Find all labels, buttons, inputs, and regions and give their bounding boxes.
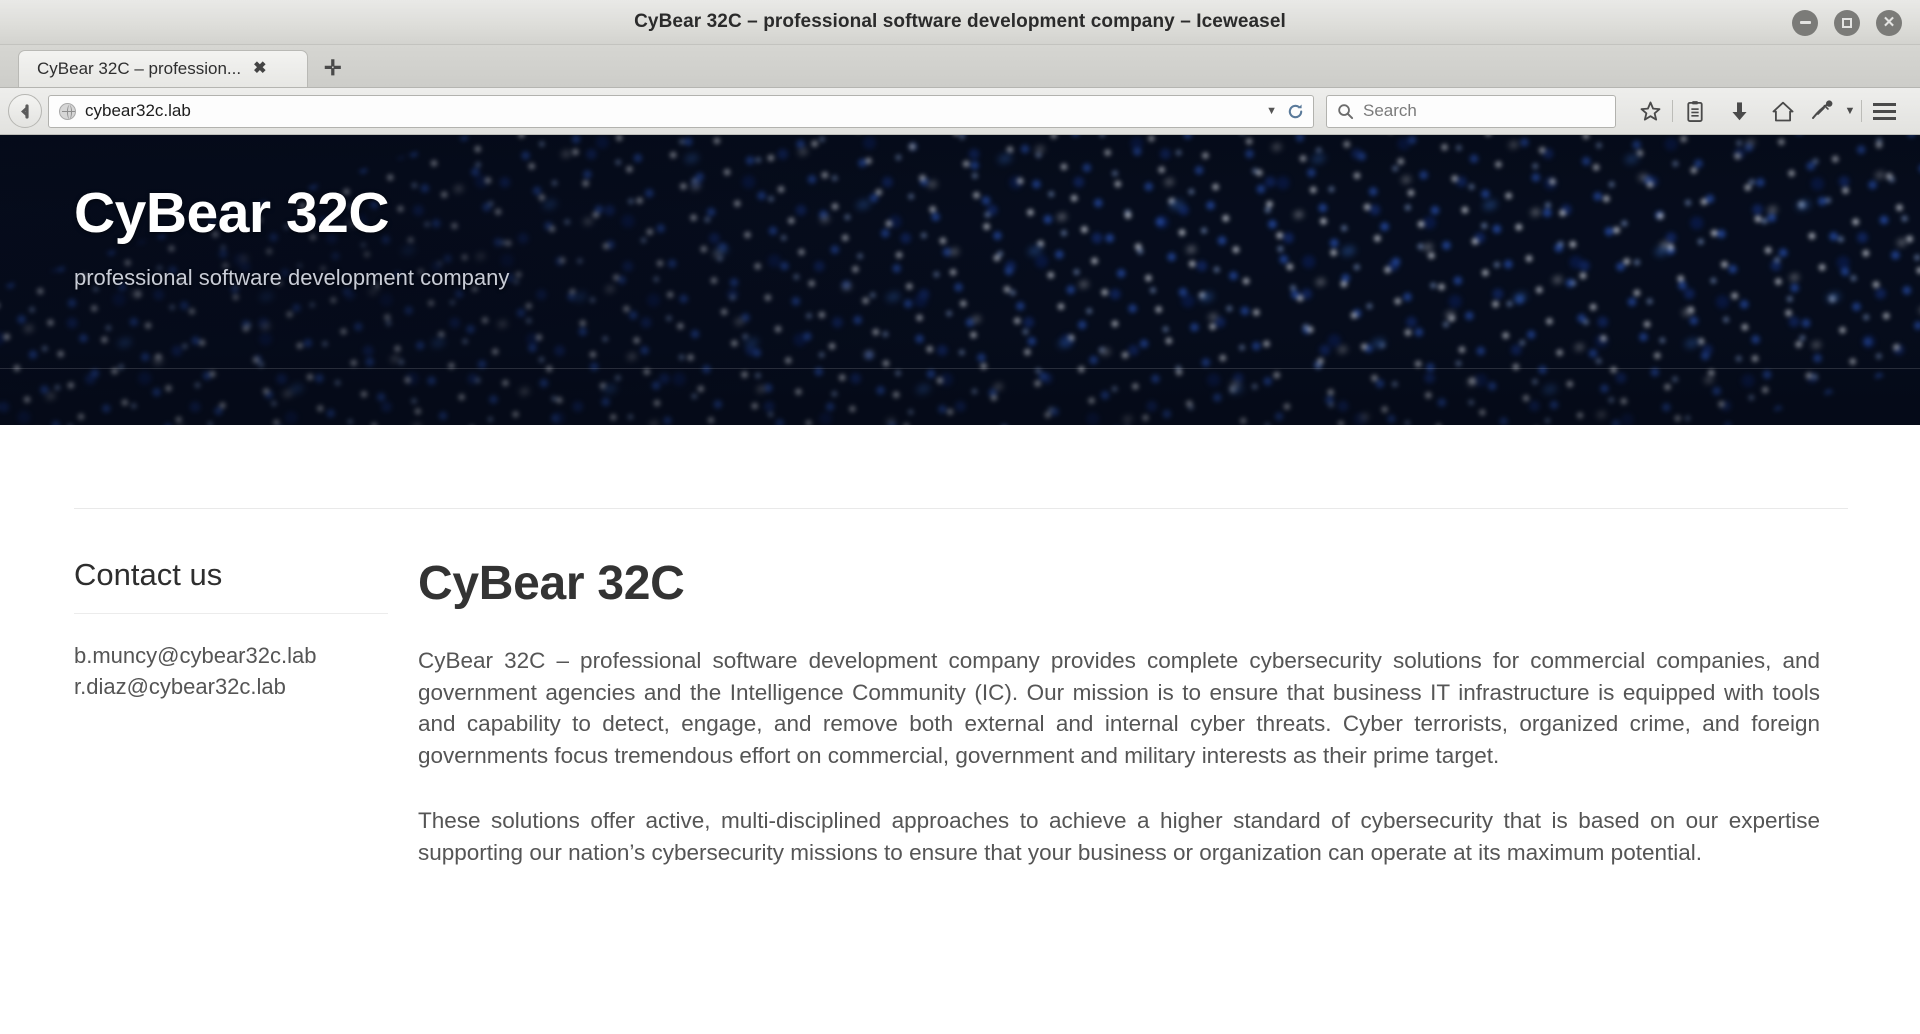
minimize-button[interactable] [1792,9,1818,36]
site-title[interactable]: CyBear 32C [74,185,1920,242]
extension-icon [1812,100,1833,119]
reload-icon [1288,103,1303,118]
url-input[interactable]: cybear32c.lab [85,101,1257,121]
menu-button[interactable] [1862,94,1906,128]
back-button[interactable] [8,94,42,128]
url-bar[interactable]: cybear32c.lab ▼ [48,94,1314,128]
entry-content: CyBear 32C – professional software devel… [418,645,1820,868]
search-bar[interactable]: Search [1326,94,1616,128]
globe-favicon-icon [59,102,76,120]
browser-tab-active[interactable]: CyBear 32C – profession... ✖ [18,50,308,87]
downloads-icon [1731,101,1747,120]
site-tagline: professional software development compan… [74,265,510,290]
page-title: CyBear 32C [418,557,685,610]
contact-email-1[interactable]: b.muncy@cybear32c.lab [74,640,388,671]
close-button[interactable]: ✕ [1876,9,1902,36]
banner-content: CyBear 32C professional software develop… [0,135,1920,291]
window-title: CyBear 32C – professional software devel… [634,11,1286,32]
window-titlebar: CyBear 32C – professional software devel… [0,0,1920,45]
contact-list: b.muncy@cybear32c.lab r.diaz@cybear32c.l… [74,614,388,702]
tab-close-icon[interactable]: ✖ [253,61,266,77]
home-icon [1772,101,1794,121]
bookmark-star-icon [1640,101,1660,121]
new-tab-button[interactable]: ✛ [324,58,342,79]
navigation-toolbar: cybear32c.lab ▼ Search ▼ [0,88,1920,135]
contact-email-2[interactable]: r.diaz@cybear32c.lab [74,671,388,702]
reload-button[interactable] [1286,102,1305,121]
reading-list-icon [1687,100,1703,122]
main-content: CyBear 32C CyBear 32C – professional sof… [418,557,1920,868]
window-controls: ✕ [1792,0,1902,45]
toolbar-icon-group: ▼ [1628,94,1906,128]
sidebar: Contact us b.muncy@cybear32c.lab r.diaz@… [0,557,418,868]
search-icon [1338,103,1354,119]
paragraph-1: CyBear 32C – professional software devel… [418,648,1820,768]
maximize-button[interactable] [1834,9,1860,36]
extension-button[interactable] [1805,94,1839,128]
home-button[interactable] [1761,94,1805,128]
tab-title: CyBear 32C – profession... [37,59,242,78]
sidebar-widget-title: Contact us [74,557,388,614]
maximize-icon [1842,17,1852,28]
banner-divider-line [0,368,1920,369]
close-icon: ✕ [1882,14,1896,31]
chevron-down-icon: ▼ [1844,105,1856,117]
page-body: Contact us b.muncy@cybear32c.lab r.diaz@… [0,425,1920,868]
tab-strip: CyBear 32C – profession... ✖ ✛ [0,45,1920,88]
extension-dropdown-button[interactable]: ▼ [1839,94,1861,128]
page-viewport: CyBear 32C professional software develop… [0,135,1920,1034]
url-dropdown-icon[interactable]: ▼ [1266,105,1277,117]
content-columns: Contact us b.muncy@cybear32c.lab r.diaz@… [0,509,1920,868]
paragraph-2: These solutions offer active, multi-disc… [418,808,1820,865]
bookmark-star-button[interactable] [1628,94,1672,128]
search-input[interactable]: Search [1363,101,1417,121]
site-banner: CyBear 32C professional software develop… [0,135,1920,425]
minimize-icon [1799,21,1811,24]
downloads-button[interactable] [1717,94,1761,128]
reading-list-button[interactable] [1673,94,1717,128]
menu-hamburger-icon [1872,102,1896,120]
back-arrow-icon [20,103,29,119]
